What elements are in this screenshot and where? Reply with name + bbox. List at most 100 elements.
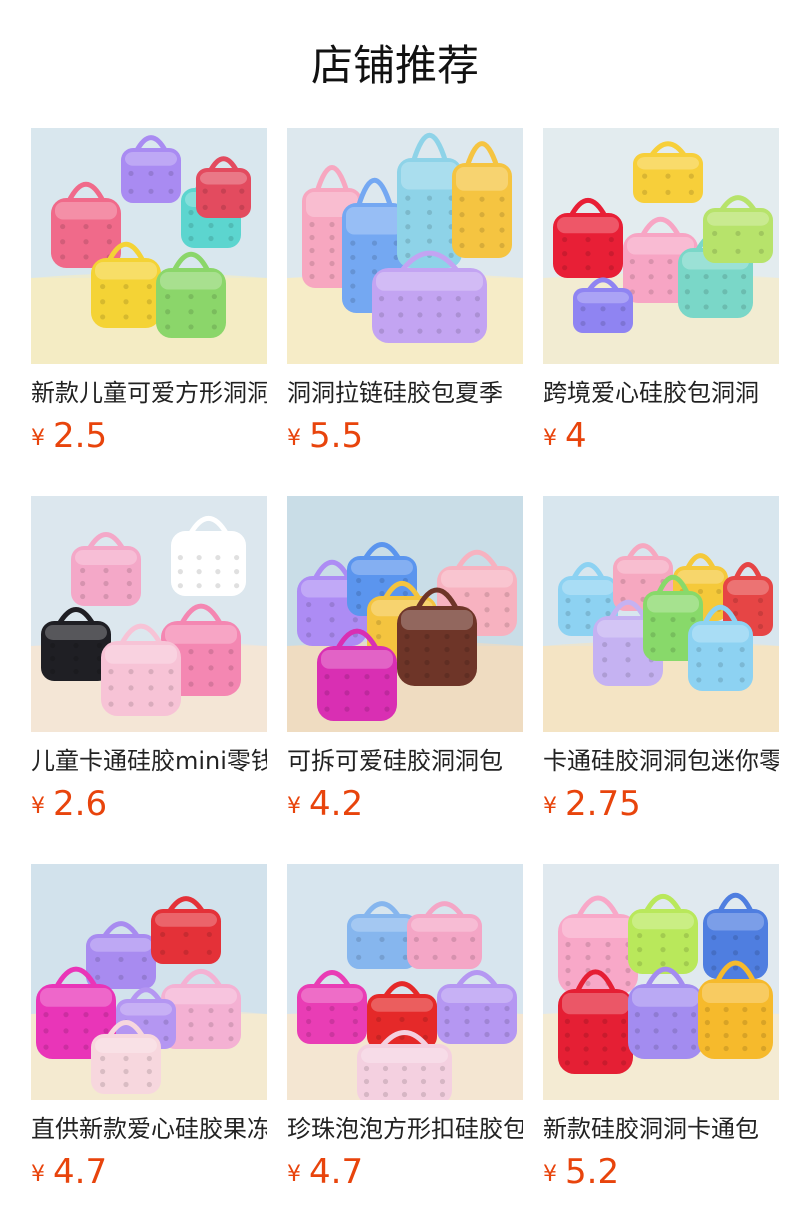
bag-hole: [672, 1028, 678, 1034]
product-card[interactable]: 卡通硅胶洞洞包迷你零钱包 ¥2.75: [543, 496, 779, 864]
bag-highlight: [155, 913, 217, 927]
product-image[interactable]: [543, 496, 779, 732]
bag-hole: [382, 1065, 389, 1072]
bag-hole: [504, 607, 510, 613]
product-name[interactable]: 珍珠泡泡方形扣硅胶包: [287, 1112, 523, 1146]
bag-hole: [329, 1031, 335, 1038]
bag-highlight: [200, 172, 247, 185]
bag-hole: [196, 554, 202, 561]
bag-hole: [123, 1068, 129, 1075]
bag-hole: [761, 1032, 767, 1039]
bag-hole: [717, 662, 724, 668]
product-name[interactable]: 直供新款爱心硅胶果冻包: [31, 1112, 267, 1146]
product-card[interactable]: 儿童卡通硅胶mini零钱包 ¥2.6: [31, 496, 267, 864]
bag-hole: [602, 1018, 608, 1025]
bag-hole: [667, 258, 673, 265]
bag-hole: [103, 1028, 109, 1034]
bag-hole: [683, 932, 689, 939]
product-image[interactable]: [287, 496, 523, 732]
bag-hole: [188, 324, 194, 330]
bag-hole: [732, 950, 739, 956]
bag-hole: [648, 672, 654, 678]
bag-hole: [620, 320, 626, 327]
bag-hole: [625, 641, 631, 648]
bag-hole: [722, 273, 728, 280]
bag-highlight: [562, 918, 634, 938]
product-card[interactable]: 跨境爱心硅胶包洞洞 ¥4: [543, 128, 779, 496]
bag-hole: [405, 209, 411, 216]
bag-hole: [141, 974, 147, 980]
bag-highlight: [40, 988, 112, 1007]
bag-hole: [653, 1012, 659, 1018]
bag-hole: [665, 189, 671, 195]
product-name[interactable]: 卡通硅胶洞洞包迷你零钱包: [543, 744, 779, 778]
bag-hole: [148, 685, 154, 691]
product-card[interactable]: 珍珠泡泡方形扣硅胶包 ¥4.7: [287, 864, 523, 1232]
product-image[interactable]: [543, 864, 779, 1100]
bag-hole: [761, 1019, 767, 1026]
bag-hole: [754, 950, 760, 956]
bag-hole: [426, 209, 433, 216]
bag-hole: [417, 328, 423, 334]
bag-hole: [484, 1005, 490, 1012]
product-image[interactable]: [287, 128, 523, 364]
bag-hole: [228, 1036, 234, 1042]
bag-hole: [422, 1016, 428, 1023]
bag-hole: [148, 188, 154, 194]
bag-hole: [384, 706, 390, 712]
currency-symbol: ¥: [287, 794, 301, 819]
bag-hole: [608, 236, 614, 243]
product-image[interactable]: [543, 128, 779, 364]
bag-hole: [83, 1044, 89, 1050]
bag-hole: [106, 239, 112, 245]
bag-hole: [499, 196, 505, 202]
product-name[interactable]: 新款儿童可爱方形洞洞硅胶包: [31, 376, 267, 410]
bag-highlight: [562, 993, 629, 1015]
product-image[interactable]: [287, 864, 523, 1100]
product-card[interactable]: 洞洞拉链硅胶包夏季 ¥5.5: [287, 128, 523, 496]
product-name[interactable]: 洞洞拉链硅胶包夏季: [287, 376, 523, 410]
bag-hole: [648, 274, 654, 280]
bag-hole: [474, 328, 481, 334]
bag-hole: [691, 1044, 697, 1050]
bag-hole: [621, 1060, 627, 1066]
product-image[interactable]: [31, 496, 267, 732]
product-card[interactable]: 新款儿童可爱方形洞洞硅胶包 ¥2.5: [31, 128, 267, 496]
bag-hole: [60, 254, 66, 260]
bag-hole: [234, 554, 240, 561]
bag-highlight: [617, 560, 669, 574]
bag-highlight: [321, 650, 393, 669]
currency-symbol: ¥: [287, 1162, 301, 1187]
bag-hole: [309, 221, 315, 228]
bag-hole: [352, 1018, 358, 1025]
bag-hole: [717, 677, 724, 683]
bag-hole: [309, 234, 315, 241]
bag-hole: [146, 1081, 152, 1088]
bag-hole: [439, 1065, 446, 1072]
bag-hole: [208, 665, 214, 671]
product-name[interactable]: 可拆可爱硅胶洞洞包: [287, 744, 523, 778]
bag-hole: [620, 578, 626, 585]
bag-hole: [742, 1032, 748, 1039]
bag-hole: [404, 672, 410, 679]
bag-hole: [479, 242, 485, 249]
bag-hole: [413, 954, 419, 960]
bag-highlight: [95, 1038, 157, 1053]
product-card[interactable]: 直供新款爱心硅胶果冻包 ¥4.7: [31, 864, 267, 1232]
product-name[interactable]: 儿童卡通硅胶mini零钱包: [31, 744, 267, 778]
product-card[interactable]: 新款硅胶洞洞卡通包 ¥5.2: [543, 864, 779, 1232]
product-image[interactable]: [31, 128, 267, 364]
bag-hole: [329, 1005, 335, 1012]
product-image[interactable]: [31, 864, 267, 1100]
bag-hole: [404, 646, 410, 653]
bag-hole: [459, 227, 465, 233]
bag-highlight: [577, 292, 629, 304]
bag-hole: [565, 967, 571, 974]
product-name[interactable]: 跨境爱心硅胶包洞洞: [543, 376, 779, 410]
product-card[interactable]: 可拆可爱硅胶洞洞包 ¥4.2: [287, 496, 523, 864]
product-name[interactable]: 新款硅胶洞洞卡通包: [543, 1112, 779, 1146]
bag-hole: [211, 324, 217, 330]
bag-hole: [754, 934, 760, 941]
bag-hole: [717, 646, 724, 653]
bag-hole: [177, 569, 183, 575]
